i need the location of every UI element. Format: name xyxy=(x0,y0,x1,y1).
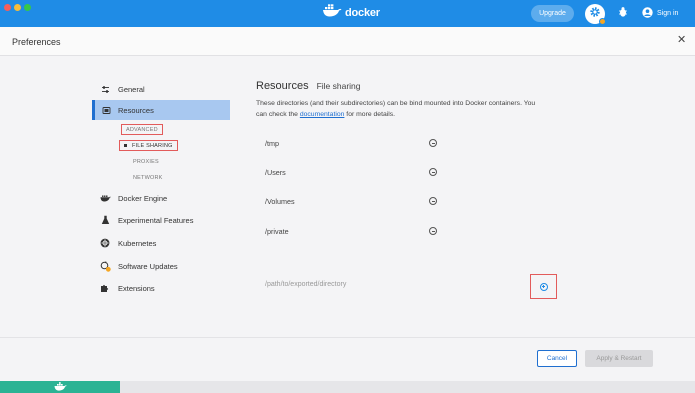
sidebar-sub-file-sharing[interactable]: FILE SHARING xyxy=(119,140,178,151)
sidebar-item-kubernetes[interactable]: Kubernetes xyxy=(92,233,230,253)
troubleshoot-button[interactable] xyxy=(615,6,630,21)
page-title: Resources xyxy=(256,80,309,92)
user-icon xyxy=(642,7,653,20)
puzzle-icon xyxy=(92,283,118,293)
remove-path-icon[interactable] xyxy=(429,168,437,176)
window-zoom-dot[interactable] xyxy=(24,4,31,11)
flask-icon xyxy=(92,215,118,225)
description-after: for more details. xyxy=(344,111,396,118)
content-heading: Resources File sharing xyxy=(256,80,361,92)
helm-icon xyxy=(92,238,118,248)
window-close-dot[interactable] xyxy=(4,4,11,11)
sidebar-item-software-updates[interactable]: Software Updates xyxy=(92,256,230,276)
preferences-header: Preferences ✕ xyxy=(0,27,695,56)
engine-status-indicator xyxy=(0,381,120,393)
sidebar-item-extensions[interactable]: Extensions xyxy=(92,278,230,298)
sidebar-item-label: Extensions xyxy=(118,283,155,293)
sidebar-sub-advanced[interactable]: ADVANCED xyxy=(121,124,163,135)
sidebar-item-docker-engine[interactable]: Docker Engine xyxy=(92,188,230,208)
documentation-link[interactable]: documentation xyxy=(300,111,345,118)
upgrade-button[interactable]: Upgrade xyxy=(531,5,574,22)
sidebar-item-resources[interactable]: Resources xyxy=(92,100,230,120)
whale-icon xyxy=(92,194,118,202)
selected-dot-icon xyxy=(124,144,127,147)
status-bar xyxy=(0,381,695,393)
remove-path-icon[interactable] xyxy=(429,197,437,205)
close-icon[interactable]: ✕ xyxy=(677,35,686,46)
description-text: These directories (and their subdirector… xyxy=(256,98,546,120)
shared-path-row: /tmp xyxy=(265,137,437,149)
preferences-title: Preferences xyxy=(12,37,61,47)
update-icon xyxy=(92,260,118,272)
shared-path-row: /Users xyxy=(265,166,437,178)
sliders-icon xyxy=(92,85,118,94)
brand-name: docker xyxy=(345,7,380,19)
shared-path-label: /tmp xyxy=(265,138,279,148)
apply-restart-button[interactable]: Apply & Restart xyxy=(585,350,653,367)
sidebar-item-label: General xyxy=(118,84,145,94)
docker-logo: docker xyxy=(322,4,380,22)
sidebar-item-label: Software Updates xyxy=(118,261,178,271)
title-bar: docker Upgrade Sign in xyxy=(0,0,695,27)
sidebar-item-label: Kubernetes xyxy=(118,238,157,248)
sidebar-sub-proxies[interactable]: PROXIES xyxy=(133,156,159,167)
remove-path-icon[interactable] xyxy=(429,139,437,147)
disk-icon xyxy=(95,106,118,115)
update-badge xyxy=(599,18,606,25)
sidebar-item-label: Resources xyxy=(118,105,154,115)
sidebar-item-general[interactable]: General xyxy=(92,79,230,99)
remove-path-icon[interactable] xyxy=(429,227,437,235)
shared-path-label: /Volumes xyxy=(265,196,295,206)
shared-path-label: /Users xyxy=(265,167,286,177)
whale-logo-icon xyxy=(322,4,342,22)
sign-in-label: Sign in xyxy=(657,10,679,17)
shared-path-label: /private xyxy=(265,226,289,236)
whale-status-icon xyxy=(54,378,67,393)
sidebar-sub-label: FILE SHARING xyxy=(132,142,173,149)
shared-path-row: /private xyxy=(265,225,437,237)
settings-button[interactable] xyxy=(585,4,606,25)
add-path-button[interactable] xyxy=(530,274,557,299)
new-path-input[interactable]: /path/to/exported/directory xyxy=(265,281,346,288)
shared-path-row: /Volumes xyxy=(265,195,437,207)
add-circle-icon xyxy=(539,282,548,291)
description-before: These directories (and their subdirector… xyxy=(256,100,536,118)
sidebar-item-label: Experimental Features xyxy=(118,215,194,225)
sign-in-button[interactable]: Sign in xyxy=(642,5,678,22)
page-subtitle: File sharing xyxy=(316,81,361,91)
sidebar-item-label: Docker Engine xyxy=(118,193,168,203)
bug-icon xyxy=(617,5,629,23)
cancel-button[interactable]: Cancel xyxy=(537,350,577,367)
window-minimize-dot[interactable] xyxy=(14,4,21,11)
sidebar-item-experimental[interactable]: Experimental Features xyxy=(92,210,230,230)
sidebar-sub-network[interactable]: NETWORK xyxy=(133,172,163,183)
